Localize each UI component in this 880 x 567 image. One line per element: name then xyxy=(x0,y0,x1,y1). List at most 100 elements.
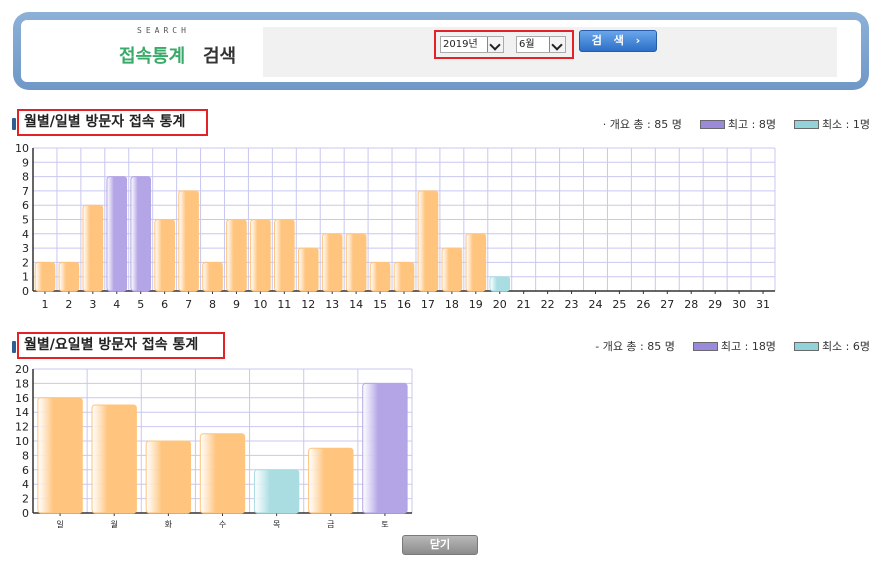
y-tick-label: 10 xyxy=(15,142,29,155)
chevron-down-icon[interactable] xyxy=(549,37,565,52)
weekday-bar-chart: 02 46 81012 1416 1820 일 월 화 수 목 금 토 xyxy=(15,363,413,529)
weekday-section-title: 월별/요일별 방문자 접속 통계 xyxy=(17,332,225,359)
search-button[interactable]: 검 색 › xyxy=(579,30,657,52)
date-select-highlight: 2019년 6월 xyxy=(434,30,574,59)
x-tick-label: 19 xyxy=(469,298,483,311)
bar xyxy=(202,261,223,292)
y-tick-label: 8 xyxy=(22,449,29,462)
x-tick-label: 25 xyxy=(612,298,626,311)
bar xyxy=(362,382,408,514)
bar xyxy=(297,247,319,292)
x-tick-label: 11 xyxy=(277,298,291,311)
x-tick-label: 20 xyxy=(493,298,507,311)
daily-section-title: 월별/일별 방문자 접속 통계 xyxy=(17,109,208,136)
month-select[interactable]: 6월 xyxy=(516,36,566,53)
x-tick-label: 21 xyxy=(517,298,531,311)
chevron-down-icon[interactable] xyxy=(487,37,503,52)
year-select[interactable]: 2019년 xyxy=(440,36,504,53)
x-tick-label: 17 xyxy=(421,298,435,311)
bar xyxy=(489,276,511,292)
x-tick-label: 6 xyxy=(161,298,168,311)
section-marker-icon xyxy=(12,118,16,130)
bar xyxy=(145,440,192,514)
bar xyxy=(34,261,56,292)
x-tick-label: 14 xyxy=(349,298,363,311)
bar xyxy=(37,397,83,514)
weekday-min-label: 최소 : 6명 xyxy=(821,340,870,353)
y-tick-label: 1 xyxy=(22,271,29,284)
bar xyxy=(308,447,354,514)
bar xyxy=(369,261,391,292)
y-tick-label: 0 xyxy=(22,285,29,298)
x-tick-label: 18 xyxy=(445,298,459,311)
y-tick-label: 2 xyxy=(22,256,29,269)
bar xyxy=(226,219,247,292)
y-tick-label: 16 xyxy=(15,392,29,405)
bar xyxy=(393,261,415,292)
y-tick-label: 4 xyxy=(22,478,29,491)
x-tick-label: 1 xyxy=(41,298,48,311)
y-tick-label: 5 xyxy=(22,214,29,227)
y-tick-label: 2 xyxy=(22,493,29,506)
x-tick-label: 23 xyxy=(565,298,579,311)
search-logo: SEARCH 접속통계 검색 xyxy=(39,24,264,80)
search-form: 2019년 6월 검 색 › xyxy=(263,27,837,77)
x-tick-label: 목 xyxy=(273,520,280,529)
search-panel-inner: SEARCH 접속통계 검색 2019년 6월 검 색 › xyxy=(21,20,861,82)
bar xyxy=(274,219,295,292)
x-tick-label: 27 xyxy=(660,298,674,311)
x-tick-label: 22 xyxy=(541,298,555,311)
x-tick-label: 30 xyxy=(732,298,746,311)
search-caption: SEARCH xyxy=(137,26,190,35)
weekday-total: - 개요 총 : 85 명 xyxy=(595,340,675,353)
x-tick-label: 수 xyxy=(219,520,226,529)
bar xyxy=(130,176,152,292)
y-tick-label: 9 xyxy=(22,156,29,169)
y-tick-label: 6 xyxy=(22,199,29,212)
x-tick-label: 3 xyxy=(89,298,96,311)
x-tick-label: 화 xyxy=(165,520,173,529)
daily-legend: · 개요 총 : 85 명 최고 : 8명 최소 : 1명 xyxy=(603,116,870,132)
section-marker-icon xyxy=(12,341,16,353)
bar xyxy=(441,247,463,292)
x-tick-label: 15 xyxy=(373,298,387,311)
year-select-value: 2019년 xyxy=(443,39,478,50)
bar xyxy=(417,190,439,292)
daily-bar-chart: 0123456789101 2 3 4 5 6 7 8 9 10 11 12 13 14 15 16 17 18 1… xyxy=(15,142,776,311)
bar xyxy=(106,176,128,292)
month-select-value: 6월 xyxy=(519,39,535,50)
search-title-dark: 검색 xyxy=(203,46,237,67)
bar xyxy=(253,469,300,514)
daily-total: · 개요 총 : 85 명 xyxy=(602,118,682,131)
x-tick-label: 9 xyxy=(233,298,240,311)
x-tick-label: 2 xyxy=(65,298,72,311)
weekday-max-label: 최고 : 18명 xyxy=(720,340,776,353)
y-tick-label: 14 xyxy=(15,406,29,419)
y-tick-label: 6 xyxy=(22,464,29,477)
x-tick-label: 28 xyxy=(684,298,698,311)
close-button[interactable]: 닫기 xyxy=(402,535,478,555)
bar xyxy=(321,233,343,292)
legend-min-swatch xyxy=(793,341,819,351)
x-tick-label: 29 xyxy=(708,298,722,311)
x-tick-label: 31 xyxy=(756,298,770,311)
y-tick-label: 0 xyxy=(22,507,29,520)
x-tick-label: 10 xyxy=(253,298,267,311)
search-title-green: 접속통계 xyxy=(119,46,186,67)
y-tick-label: 8 xyxy=(22,171,29,184)
x-tick-label: 일 xyxy=(56,520,63,529)
bar xyxy=(154,219,175,292)
x-tick-label: 8 xyxy=(209,298,216,311)
x-tick-label: 금 xyxy=(327,520,334,529)
y-tick-label: 20 xyxy=(15,363,29,376)
daily-max-label: 최고 : 8명 xyxy=(727,118,776,131)
y-tick-label: 4 xyxy=(22,228,29,241)
x-tick-label: 12 xyxy=(301,298,315,311)
daily-min-label: 최소 : 1명 xyxy=(821,118,870,131)
x-tick-label: 토 xyxy=(381,520,388,529)
weekday-legend: - 개요 총 : 85 명 최고 : 18명 최소 : 6명 xyxy=(595,338,870,354)
x-tick-label: 5 xyxy=(137,298,144,311)
legend-max-swatch xyxy=(699,119,725,129)
bar xyxy=(178,190,199,292)
legend-min-swatch xyxy=(793,119,819,129)
